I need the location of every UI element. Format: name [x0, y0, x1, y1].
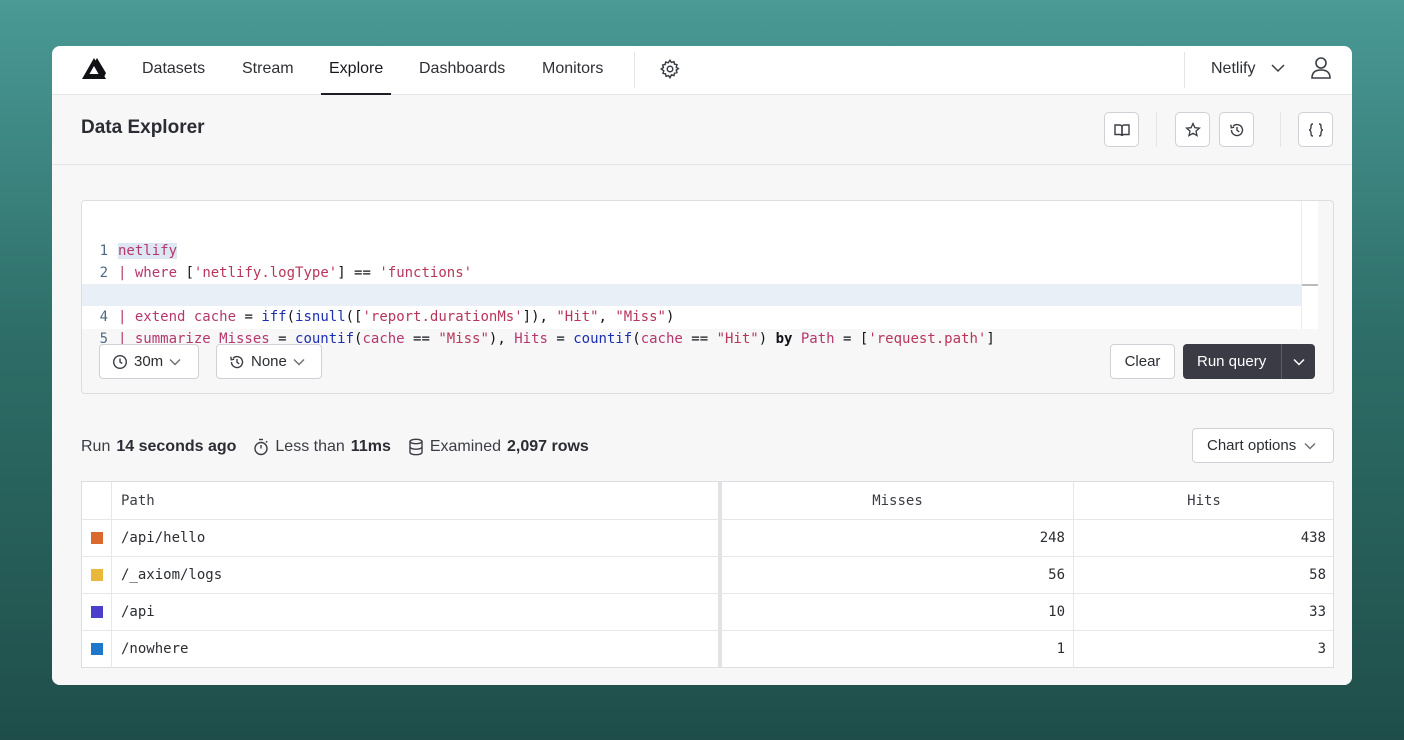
cell-hits: 58 [1309, 567, 1326, 583]
stopwatch-icon [254, 438, 269, 456]
nav-monitors[interactable]: Monitors [542, 46, 603, 95]
history-button[interactable] [1219, 112, 1254, 147]
query-editor-card: 1 netlify 2 | where ['netlify.logType'] ==… [81, 200, 1334, 394]
compare-value: None [251, 353, 287, 370]
cell-misses: 56 [722, 557, 1074, 593]
axiom-logo-icon[interactable] [81, 57, 107, 81]
clock-icon [112, 354, 128, 369]
column-header-hits[interactable]: Hits [1074, 482, 1334, 520]
run-query-button[interactable]: Run query [1183, 344, 1315, 379]
code-line: 5 | summarize Misses = countif(cache == "… [99, 331, 995, 347]
book-icon [1113, 123, 1130, 136]
time-range-select[interactable]: 30m [99, 344, 199, 379]
page-header: Data Explorer [52, 95, 1352, 165]
column-header-misses[interactable]: Misses [722, 482, 1074, 519]
chart-options-button[interactable]: Chart options [1192, 428, 1334, 463]
series-color-swatch [91, 606, 103, 618]
json-view-button[interactable] [1298, 112, 1333, 147]
cell-path: /api/hello [121, 530, 206, 546]
cell-misses: 248 [722, 520, 1074, 556]
time-range-value: 30m [134, 353, 164, 370]
series-color-swatch [91, 532, 103, 544]
org-switcher[interactable]: Netlify [1211, 46, 1255, 95]
header-divider-2 [1280, 112, 1281, 147]
cell-hits: 33 [1309, 604, 1326, 620]
cell-path: /api [121, 604, 155, 620]
cell-hits: 438 [1300, 530, 1326, 546]
results-table: Path Misses Hits /api/hello 248 438 /_axiom… [81, 481, 1334, 668]
chevron-down-icon [1292, 358, 1305, 366]
compare-select[interactable]: None [216, 344, 322, 379]
run-options-toggle[interactable] [1282, 358, 1315, 366]
braces-icon [1308, 122, 1323, 137]
main-content: 1 netlify 2 | where ['netlify.logType'] ==… [52, 165, 1352, 685]
nav-stream[interactable]: Stream [242, 46, 294, 95]
docs-button[interactable] [1104, 112, 1139, 147]
code-line-active: 4 | extend cache = iff(isnull(['report.du… [82, 284, 1318, 325]
table-row[interactable]: /_axiom/logs 56 58 [82, 557, 1333, 594]
cell-misses: 1 [722, 631, 1074, 668]
cell-misses: 10 [722, 594, 1074, 630]
nav-divider-right [1184, 52, 1185, 88]
history-icon [230, 355, 244, 368]
run-time-stat: Run 14 seconds ago [81, 438, 237, 455]
code-line: 2 | where ['netlify.logType'] == 'functio… [99, 265, 473, 281]
favorite-button[interactable] [1175, 112, 1210, 147]
table-row[interactable]: /nowhere 1 3 [82, 631, 1333, 668]
run-query-label: Run query [1197, 353, 1267, 370]
chevron-down-icon[interactable] [1271, 63, 1285, 73]
chevron-down-icon [293, 358, 305, 365]
gear-icon[interactable] [659, 58, 681, 80]
query-editor[interactable]: 1 netlify 2 | where ['netlify.logType'] ==… [82, 201, 1318, 347]
nav-dashboards[interactable]: Dashboards [419, 46, 505, 95]
database-icon [409, 438, 423, 456]
page-title: Data Explorer [81, 117, 205, 138]
table-row[interactable]: /api 10 33 [82, 594, 1333, 631]
chevron-down-icon [1304, 442, 1316, 449]
history-icon [1229, 123, 1243, 136]
user-icon[interactable] [1311, 57, 1331, 79]
examined-stat: Examined 2,097 rows [408, 438, 589, 456]
series-color-swatch [91, 643, 103, 655]
query-stats: Run 14 seconds ago Less than 11ms Examin… [81, 435, 606, 459]
header-divider [1156, 112, 1157, 147]
nav-datasets[interactable]: Datasets [142, 46, 205, 95]
code-line: 1 netlify [99, 243, 178, 259]
nav-divider [634, 52, 635, 88]
nav-explore[interactable]: Explore [320, 46, 392, 95]
cell-path: /_axiom/logs [121, 567, 223, 583]
editor-scrollbar[interactable] [1301, 201, 1318, 329]
star-icon [1184, 121, 1201, 137]
series-color-swatch [91, 569, 103, 581]
table-header: Path Misses Hits [82, 482, 1333, 520]
app-window: Datasets Stream Explore Dashboards Monit… [52, 46, 1352, 685]
duration-stat: Less than 11ms [253, 438, 391, 456]
table-row[interactable]: /api/hello 248 438 [82, 520, 1333, 557]
code-line: 3| where ['request.path'] !startswith "/… [82, 262, 1318, 303]
top-nav: Datasets Stream Explore Dashboards Monit… [52, 46, 1352, 95]
column-header-path[interactable]: Path [121, 482, 155, 520]
cell-hits: 3 [1317, 641, 1326, 657]
cell-path: /nowhere [121, 641, 189, 657]
chevron-down-icon [169, 358, 181, 365]
clear-button[interactable]: Clear [1110, 344, 1175, 379]
